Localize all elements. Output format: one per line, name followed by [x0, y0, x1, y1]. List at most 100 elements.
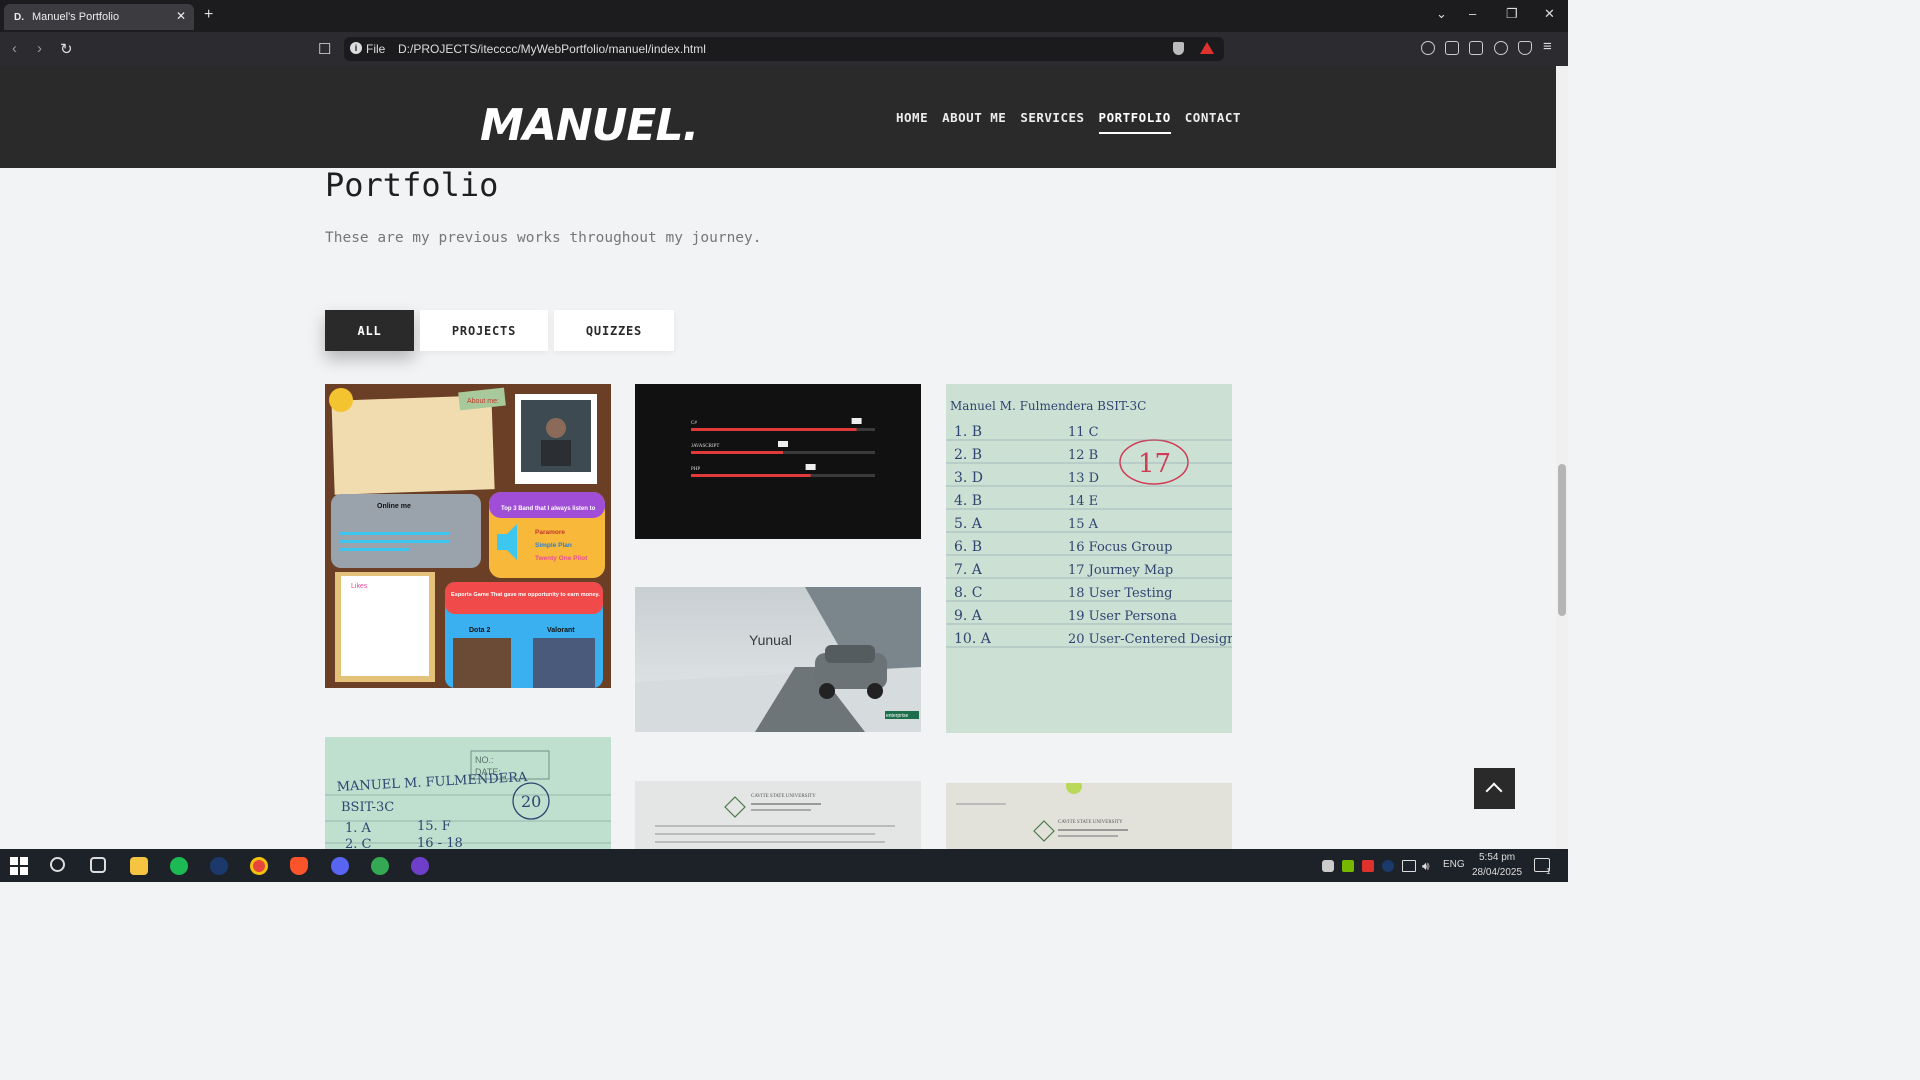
portfolio-item-skills[interactable]: C# JAVASCRIPT PHP — [635, 384, 921, 539]
band-2: Simple Plan — [535, 542, 572, 549]
tab-title: Manuel's Portfolio — [32, 11, 120, 23]
quiz-answer-left: 3. D — [954, 470, 983, 486]
steam-icon[interactable] — [210, 857, 228, 875]
brave-icon[interactable] — [290, 857, 308, 875]
nvidia-tray-icon[interactable] — [1342, 860, 1354, 872]
section-subtitle: These are my previous works throughout m… — [325, 230, 762, 246]
back-to-top-button[interactable] — [1474, 768, 1515, 809]
github-icon[interactable] — [411, 857, 429, 875]
quiz2-no-label: NO.: — [475, 755, 494, 765]
brave-shield-icon[interactable] — [1173, 42, 1184, 55]
wallet-icon[interactable] — [1469, 41, 1483, 55]
quiz-answer-left: 8. C — [954, 585, 983, 601]
vpn-icon[interactable] — [1518, 41, 1532, 55]
quiz-sheet-image: Manuel M. Fulmendera BSIT-3C 17 1. B 11 C… — [946, 384, 1232, 733]
clock-date[interactable]: 28/04/2025 — [1472, 867, 1522, 878]
portfolio-item-document-2[interactable]: CAVITE STATE UNIVERSITY — [946, 783, 1232, 849]
menu-icon[interactable]: ≡ — [1543, 38, 1552, 55]
nav-home[interactable]: HOME — [896, 110, 928, 125]
browser-toolbar: ‹ › ↻ ☐ i File D:/PROJECTS/itecccc/MyWeb… — [0, 32, 1568, 66]
document-1-image: CAVITE STATE UNIVERSITY — [635, 781, 921, 849]
windows-start-icon[interactable] — [10, 857, 28, 875]
volume-icon[interactable]: 🔊︎ — [1422, 859, 1440, 877]
filter-quizzes[interactable]: QUIZZES — [554, 310, 674, 351]
discord-tray-icon[interactable] — [1322, 860, 1334, 872]
quiz-answer-right: 12 B — [1068, 448, 1098, 463]
restore-button[interactable]: ❐ — [1506, 6, 1518, 22]
forward-icon[interactable]: › — [37, 40, 42, 57]
skill-label: C# — [691, 421, 697, 426]
skill-tooltip — [778, 441, 788, 447]
sidebar-icon[interactable] — [1445, 41, 1459, 55]
quiz-answer-right: 19 User Persona — [1068, 609, 1177, 624]
filter-all[interactable]: ALL — [325, 310, 414, 351]
quiz-answer-left: 4. B — [954, 493, 982, 509]
file-explorer-icon[interactable] — [130, 857, 148, 875]
search-icon[interactable] — [50, 857, 65, 872]
car-site-image: Yunual enterprise — [635, 587, 921, 732]
tab-list-dropdown-icon[interactable]: ⌄ — [1436, 6, 1447, 22]
main-nav: HOME ABOUT ME SERVICES PORTFOLIO CONTACT — [896, 110, 1241, 134]
nav-about-me[interactable]: ABOUT ME — [942, 110, 1006, 125]
browser-tab[interactable]: D. Manuel's Portfolio ✕ — [4, 4, 194, 30]
network-icon[interactable] — [1402, 860, 1416, 872]
site-header: MANUEL. HOME ABOUT ME SERVICES PORTFOLIO… — [0, 66, 1556, 168]
antivirus-tray-icon[interactable] — [1362, 860, 1374, 872]
band-1: Paramore — [535, 529, 565, 536]
browser-tab-bar: D. Manuel's Portfolio ✕ + ⌄ – ❐ ✕ — [0, 0, 1568, 32]
quiz-score: 17 — [1138, 449, 1171, 479]
spotify-icon[interactable] — [170, 857, 188, 875]
portfolio-item-quiz-sheet[interactable]: Manuel M. Fulmendera BSIT-3C 17 1. B 11 C… — [946, 384, 1232, 733]
address-bar[interactable]: i File D:/PROJECTS/itecccc/MyWebPortfoli… — [344, 37, 1224, 61]
nav-portfolio[interactable]: PORTFOLIO — [1098, 110, 1172, 134]
skills-image: C# JAVASCRIPT PHP — [691, 418, 875, 477]
game-1: Dota 2 — [469, 627, 491, 634]
quiz-answer-left: 5. A — [954, 516, 983, 532]
document-2-image: CAVITE STATE UNIVERSITY — [946, 783, 1232, 849]
section-title: Portfolio — [325, 166, 499, 204]
quiz-answer-left: 1. B — [954, 424, 982, 440]
bookmark-icon[interactable]: ☐ — [318, 40, 331, 58]
game-2: Valorant — [547, 627, 575, 634]
scrollbar-thumb[interactable] — [1558, 464, 1566, 616]
filter-projects[interactable]: PROJECTS — [420, 310, 548, 351]
portfolio-item-about-board[interactable]: About me: Online me Top 3 Band that I al… — [325, 384, 611, 688]
site-logo[interactable]: MANUEL. — [480, 100, 699, 151]
skill-tooltip — [851, 418, 862, 424]
skill-fill — [691, 474, 811, 477]
clock-time[interactable]: 5:54 pm — [1479, 852, 1515, 863]
chrome-profile-icon[interactable] — [371, 857, 389, 875]
url-scheme-label: File — [366, 42, 386, 56]
brave-rewards-icon[interactable] — [1200, 42, 1214, 54]
nav-contact[interactable]: CONTACT — [1185, 110, 1241, 125]
info-icon[interactable]: i — [350, 42, 362, 54]
tab-close-icon[interactable]: ✕ — [176, 9, 186, 23]
task-view-icon[interactable] — [90, 857, 106, 873]
url-text[interactable]: D:/PROJECTS/itecccc/MyWebPortfolio/manue… — [398, 42, 706, 56]
discord-icon[interactable] — [331, 857, 349, 875]
portfolio-item-quiz-sheet-2[interactable]: NO.: DATE: MANUEL M. FULMENDERA BSIT-3C … — [325, 737, 611, 849]
online-me-label: Online me — [377, 503, 411, 510]
quiz-answer-right: 11 C — [1068, 425, 1099, 440]
back-icon[interactable]: ‹ — [12, 40, 17, 57]
page-scrollbar[interactable] — [1556, 66, 1568, 849]
car-badge: enterprise — [886, 713, 908, 719]
nav-services[interactable]: SERVICES — [1020, 110, 1084, 125]
steam-tray-icon[interactable] — [1382, 860, 1394, 872]
quiz2-line-2: 2. C — [345, 837, 372, 849]
document-2-title: CAVITE STATE UNIVERSITY — [1058, 820, 1123, 825]
portfolio-item-document-1[interactable]: CAVITE STATE UNIVERSITY — [635, 781, 921, 849]
media-icon[interactable] — [1421, 41, 1435, 55]
quiz2-right-2: 16 - 18 — [417, 836, 463, 849]
close-window-button[interactable]: ✕ — [1544, 6, 1555, 22]
portfolio-item-car-site[interactable]: Yunual enterprise — [635, 587, 921, 732]
leo-ai-icon[interactable] — [1494, 41, 1508, 55]
quiz-answer-right: 18 User Testing — [1068, 586, 1172, 601]
minimize-button[interactable]: – — [1469, 6, 1476, 21]
band-3: Twenty One Pilot — [535, 555, 588, 562]
chrome-icon[interactable] — [250, 857, 268, 875]
reload-icon[interactable]: ↻ — [60, 40, 73, 58]
skill-tooltip — [805, 464, 816, 470]
new-tab-button[interactable]: + — [204, 6, 213, 24]
language-indicator[interactable]: ENG — [1443, 859, 1465, 870]
